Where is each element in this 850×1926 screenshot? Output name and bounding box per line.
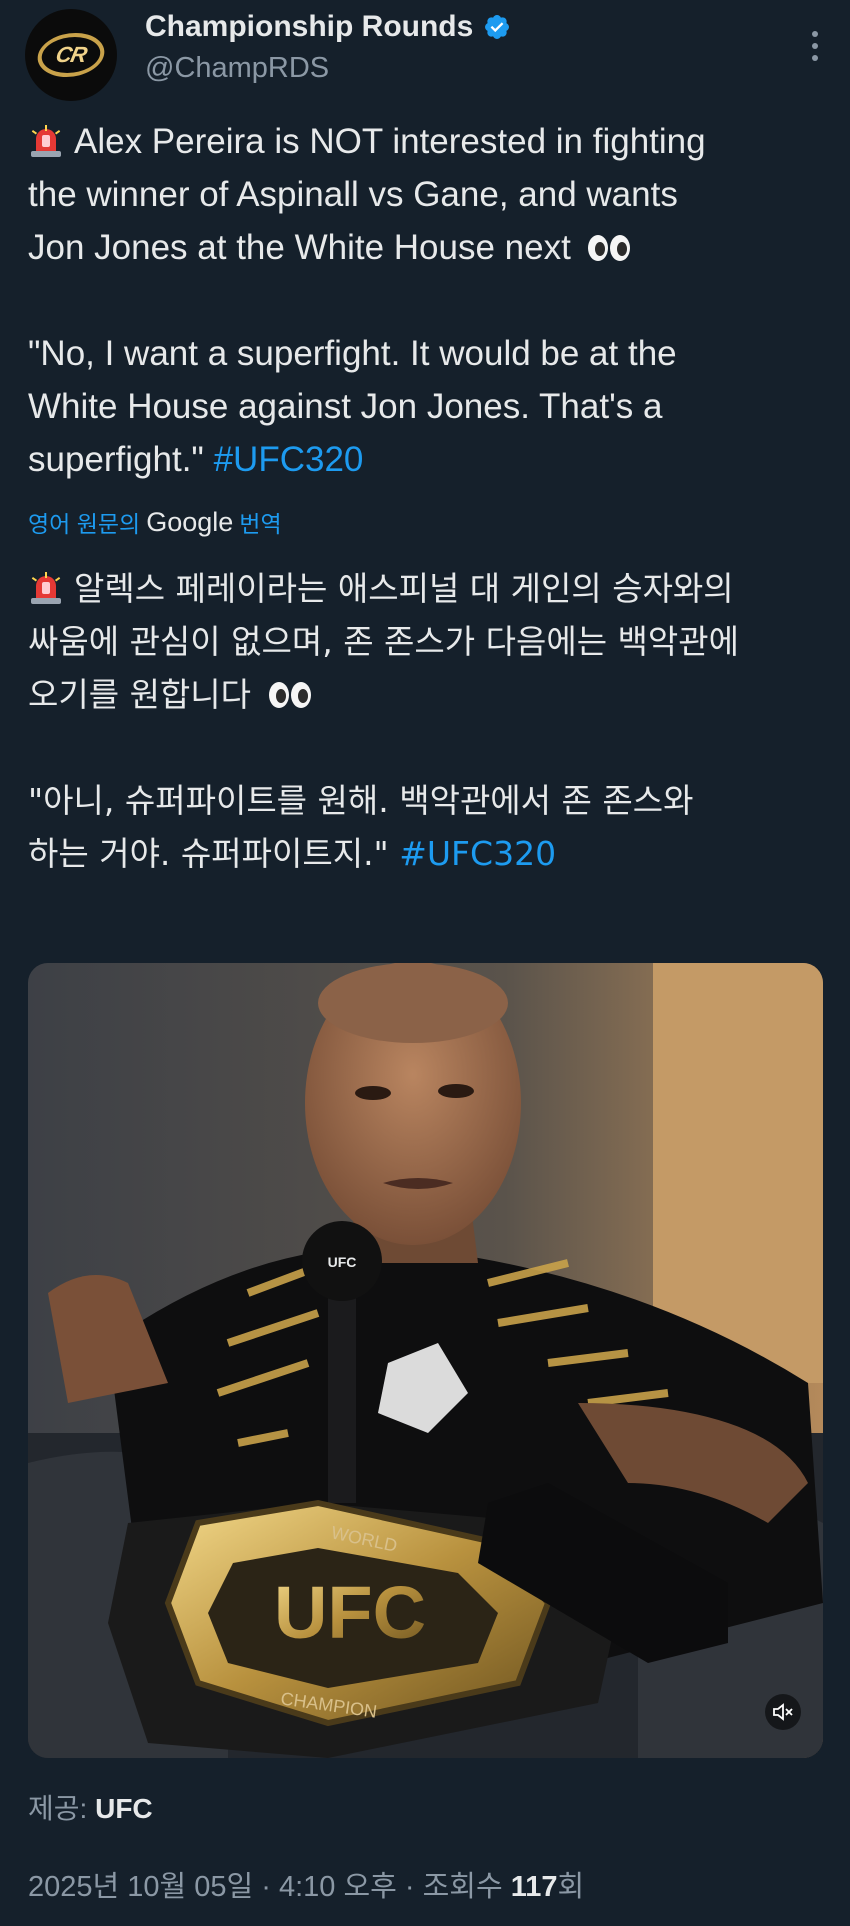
mic-flag-text: UFC [328, 1254, 357, 1270]
tweet-video[interactable]: UFC UFC WORLD CHAMPION [28, 963, 823, 1758]
video-frame: UFC UFC WORLD CHAMPION [28, 963, 823, 1758]
translated-line-2: 싸움에 관심이 없으며, 존 존스가 다음에는 백악관에 [28, 622, 739, 661]
translated-line: 싸움에 관심이 없으며, 존 존스가 다음에는 백악관에 [28, 615, 828, 668]
quote-line-2: White House against Jon Jones. That's a [28, 387, 663, 426]
translation-attribution[interactable]: 영어 원문의 Google 번역 [28, 505, 282, 539]
quote-line: White House against Jon Jones. That's a [28, 380, 828, 433]
avatar-logo: CR [33, 33, 109, 77]
translated-line-3: 오기를 원합니다 [28, 675, 252, 714]
translated-quote-line: "아니, 슈퍼파이트를 원해. 백악관에서 존 존스와 [28, 774, 828, 827]
siren-emoji-icon [31, 572, 61, 604]
eyes-emoji-icon [268, 682, 311, 708]
views-label: 조회수 [422, 1871, 503, 1903]
tweet-detail: CR Championship Rounds @ChampRDS Alex Pe… [0, 0, 850, 1926]
tweet-line: Alex Pereira is NOT interested in fighti… [28, 115, 828, 168]
tweet-header: CR Championship Rounds @ChampRDS [0, 0, 850, 110]
credit-source[interactable]: UFC [95, 1793, 153, 1824]
translation-prefix: 영어 원문의 [28, 511, 141, 537]
avatar-logo-text: CR [53, 42, 89, 67]
translated-quote-1: "아니, 슈퍼파이트를 원해. 백악관에서 존 존스와 [28, 781, 694, 820]
display-name-text: Championship Rounds [145, 10, 474, 43]
hashtag-link[interactable]: #UFC320 [214, 440, 364, 479]
quote-line-1: "No, I want a superfight. It would be at… [28, 334, 677, 373]
tweet-text: Alex Pereira is NOT interested in fighti… [28, 115, 828, 486]
translated-line: 오기를 원합니다 [28, 668, 828, 721]
hashtag-link[interactable]: #UFC320 [399, 834, 556, 873]
google-logo: Google [146, 506, 234, 537]
tweet-line: the winner of Aspinall vs Gane, and want… [28, 168, 828, 221]
speaker-muted-icon [773, 1703, 793, 1721]
tweet-text-line-3: Jon Jones at the White House next [28, 228, 571, 267]
translated-quote-line: 하는 거야. 슈퍼파이트지." #UFC320 [28, 827, 828, 880]
translated-line: 알렉스 페레이라는 애스피널 대 게인의 승자와의 [28, 562, 828, 615]
verified-badge-icon [485, 15, 510, 39]
credit-label: 제공: [28, 1793, 88, 1824]
meta-separator: · [404, 1871, 423, 1903]
quote-line-3: superfight." [28, 440, 204, 479]
display-name[interactable]: Championship Rounds [145, 10, 511, 44]
eyes-emoji-icon [587, 235, 630, 261]
tweet-text-line-2: the winner of Aspinall vs Gane, and want… [28, 175, 678, 214]
media-credit: 제공: UFC [28, 1787, 153, 1827]
tweet-line: Jon Jones at the White House next [28, 221, 828, 274]
translated-quote-2: 하는 거야. 슈퍼파이트지." [28, 834, 389, 873]
tweet-date[interactable]: 2025년 10월 05일 [28, 1871, 253, 1903]
mute-toggle[interactable] [765, 1694, 801, 1730]
belt-ufc-text: UFC [274, 1571, 426, 1654]
translated-line-1: 알렉스 페레이라는 애스피널 대 게인의 승자와의 [74, 569, 734, 608]
quote-line: superfight." #UFC320 [28, 433, 828, 486]
translated-text: 알렉스 페레이라는 애스피널 대 게인의 승자와의 싸움에 관심이 없으며, 존… [28, 562, 828, 880]
views-count[interactable]: 117 [511, 1871, 558, 1903]
avatar[interactable]: CR [25, 9, 117, 101]
tweet-time[interactable]: 4:10 오후 [279, 1871, 397, 1903]
views-suffix: 회 [557, 1871, 585, 1903]
translation-suffix: 번역 [239, 511, 282, 537]
tweet-meta: 2025년 10월 05일 · 4:10 오후 · 조회수 117회 [28, 1863, 584, 1905]
siren-emoji-icon [31, 125, 61, 157]
quote-line: "No, I want a superfight. It would be at… [28, 327, 828, 380]
more-options-icon[interactable] [810, 28, 820, 62]
handle[interactable]: @ChampRDS [145, 52, 329, 85]
meta-separator: · [261, 1871, 279, 1903]
tweet-text-line-1: Alex Pereira is NOT interested in fighti… [74, 122, 706, 161]
